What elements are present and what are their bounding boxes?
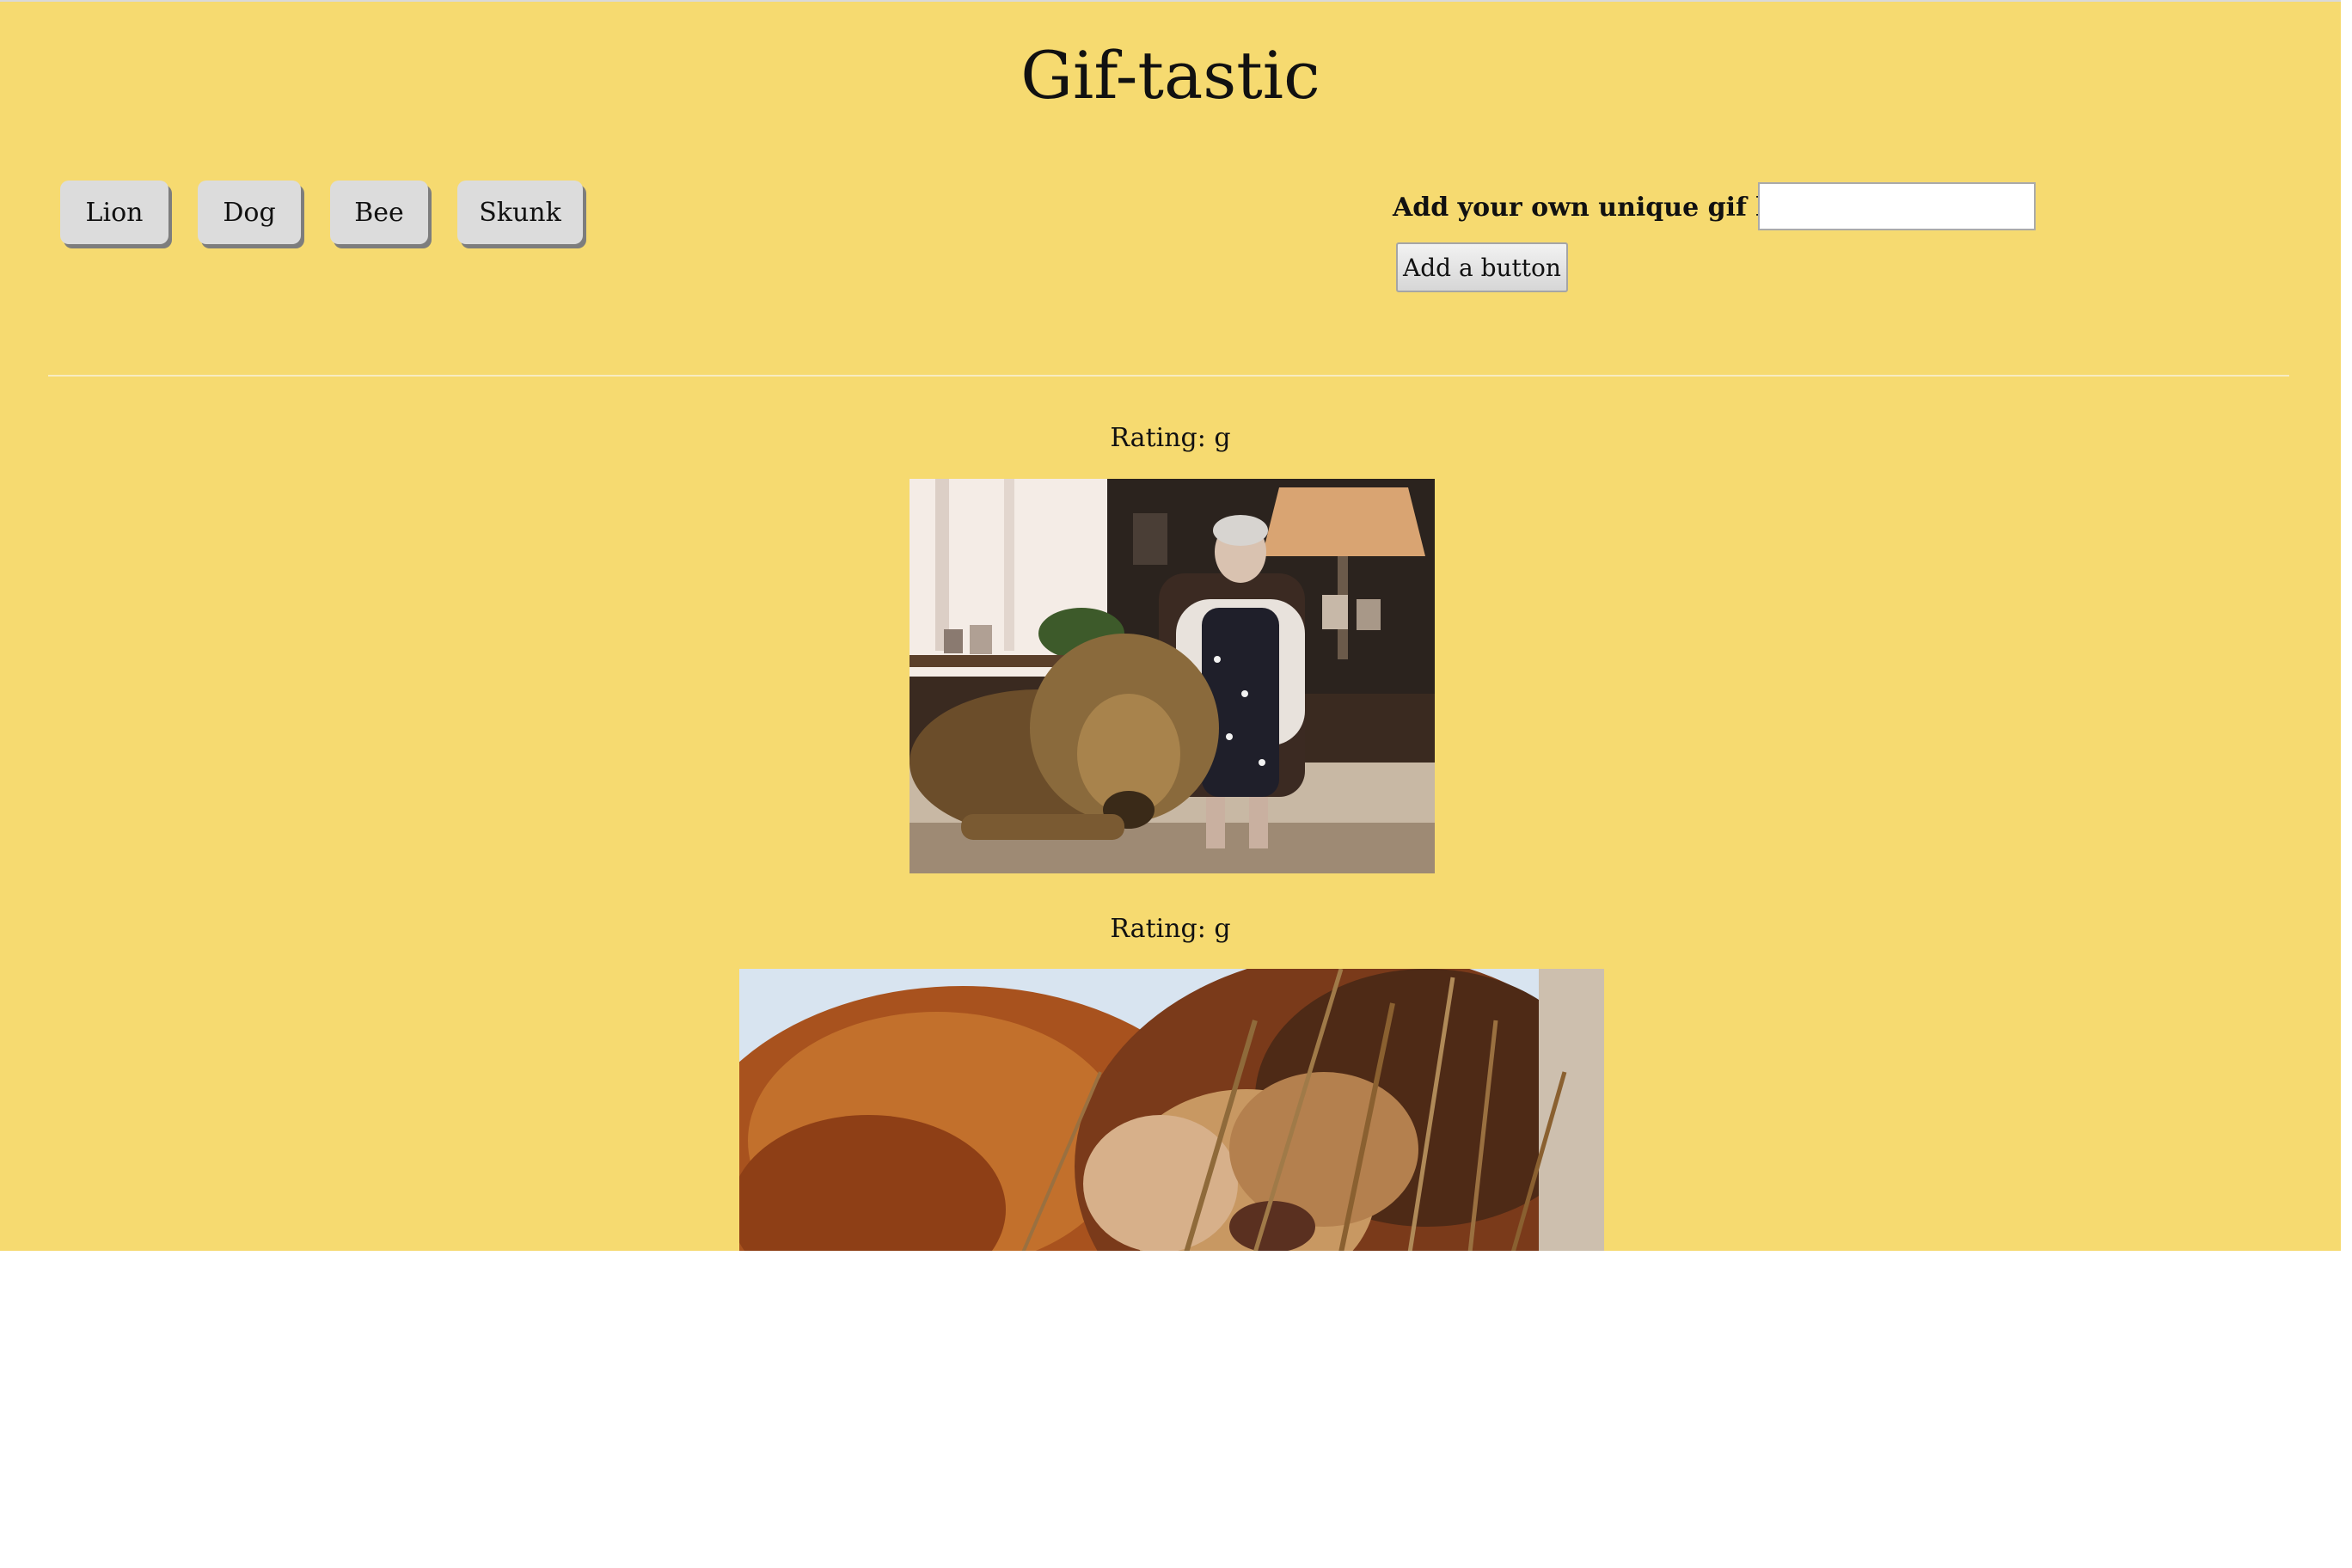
page-canvas: Gif-tastic Lion Dog Bee Skunk Add your o… [0,0,2352,1568]
gif-image-art [910,479,1435,873]
gif-image-art [739,969,1604,1251]
gif-rating: Rating: g [1110,423,1231,453]
gif-results: Rating: g Rating: g [0,2,2341,1251]
app-area: Gif-tastic Lion Dog Bee Skunk Add your o… [0,0,2341,1251]
gif-image-lion-with-woman[interactable] [910,479,1435,873]
gif-rating: Rating: g [1110,914,1231,944]
gif-image-lions-nuzzling[interactable] [739,969,1604,1251]
